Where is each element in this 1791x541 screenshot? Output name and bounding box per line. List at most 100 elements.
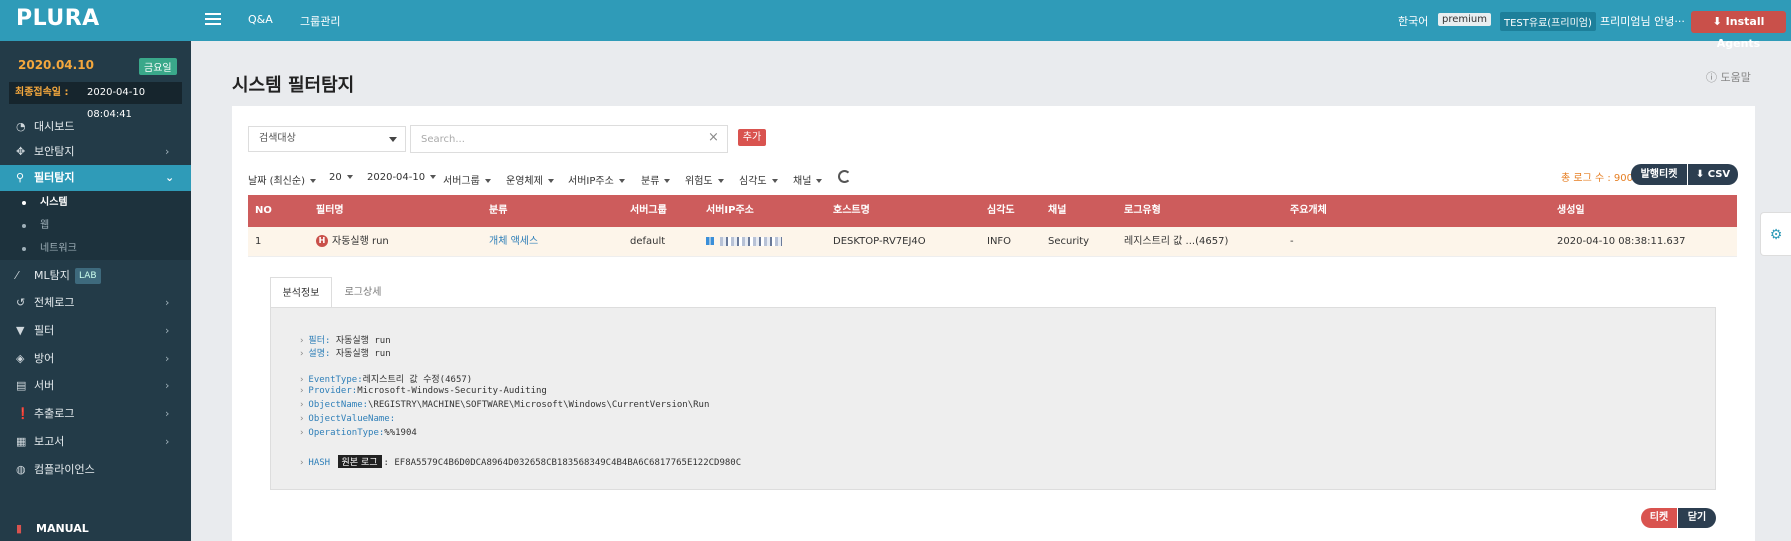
column-header[interactable]: 주요개체	[1290, 195, 1327, 227]
sidebar-item-label: ML탐지	[34, 269, 70, 282]
filter-severity[interactable]: 심각도	[739, 172, 778, 187]
sidebar-item-server[interactable]: ▤ 서버 ›	[0, 373, 191, 399]
caret-down-icon	[771, 179, 778, 183]
hamburger-menu-icon[interactable]	[205, 13, 221, 27]
cell-category-link[interactable]: 개체 액세스	[489, 227, 538, 257]
filter-server-ip[interactable]: 서버IP주소	[568, 172, 625, 187]
caret-down-icon	[717, 179, 724, 183]
sidebar-item-ml-detection[interactable]: ⁄ ML탐지 LAB	[0, 263, 191, 289]
manual-link[interactable]: ▮ MANUAL	[0, 517, 191, 541]
submenu-network[interactable]: 네트워크	[0, 237, 191, 260]
weekday-badge: 금요일	[139, 58, 177, 75]
filter-server-group[interactable]: 서버그룹	[443, 172, 491, 187]
sidebar-item-all-logs[interactable]: ↺ 전체로그 ›	[0, 290, 191, 316]
history-icon: ↺	[16, 296, 26, 309]
detail-value: Microsoft-Windows-Security-Auditing	[357, 386, 547, 396]
language-selector[interactable]: 한국어	[1398, 13, 1428, 29]
filter-date[interactable]: 2020-04-10	[367, 172, 437, 183]
refresh-icon[interactable]	[838, 170, 851, 183]
column-header[interactable]: 서버그룹	[630, 195, 667, 227]
plan-badge: premium	[1438, 13, 1491, 26]
column-header[interactable]: 채널	[1048, 195, 1066, 227]
chevron-right-icon: ›	[299, 375, 305, 385]
issued-tickets-button[interactable]: 발행티켓	[1631, 164, 1687, 185]
close-button[interactable]: 닫기	[1678, 508, 1716, 528]
column-header[interactable]: 분류	[489, 195, 507, 227]
submenu-label: 네트워크	[40, 243, 77, 254]
sidebar-item-security-detection[interactable]: ✥ 보안탐지 ›	[0, 139, 191, 165]
cell-main-object: -	[1290, 236, 1294, 247]
detail-field-line: › EventType:레지스트리 값 수정(4657)	[299, 372, 472, 385]
table-row[interactable]: 1 H 자동실행 run 개체 액세스 default DESKTOP-RV7EJ…	[248, 227, 1737, 257]
sidebar-item-compliance[interactable]: ◍ 컴플라이언스	[0, 457, 191, 483]
book-icon: ▮	[16, 522, 23, 535]
analysis-detail-box: › 필터: 자동실행 run › 설명: 자동실행 run › EventType:레…	[270, 307, 1716, 490]
question-circle-icon: ⓘ	[1706, 71, 1721, 84]
column-header[interactable]: 심각도	[987, 195, 1015, 227]
cell-severity: INFO	[987, 236, 1012, 247]
detail-value: 자동실행 run	[335, 349, 391, 359]
chevron-right-icon: ›	[299, 414, 305, 424]
search-icon: ⚲	[16, 171, 25, 184]
hash-value: EF8A5579C4B6D0DCA8964D032658CB183568349C…	[394, 458, 742, 468]
tab-log-detail[interactable]: 로그상세	[338, 277, 388, 308]
chevron-right-icon: ›	[299, 336, 305, 346]
sidebar-item-label: 컴플라이언스	[34, 463, 95, 476]
download-icon: ⬇	[1712, 15, 1726, 28]
filter-os[interactable]: 운영체제	[506, 172, 554, 187]
tab-analysis-info[interactable]: 분석정보	[270, 277, 332, 308]
help-link[interactable]: ⓘ 도움말	[1706, 69, 1751, 85]
user-greeting[interactable]: 프리미엄님 안녕···	[1600, 13, 1685, 29]
sidebar-item-filter-detection[interactable]: ⚲ 필터탐지 ⌄	[0, 165, 191, 191]
sidebar-item-dashboard[interactable]: ◔ 대시보드	[0, 114, 191, 140]
detail-key: EventType:	[308, 375, 363, 385]
filter-channel[interactable]: 채널	[793, 172, 823, 187]
install-agents-button[interactable]: ⬇ Install Agents	[1691, 11, 1786, 50]
submenu-label: 웹	[40, 220, 50, 231]
account-badge[interactable]: TEST유료(프리미엄)	[1500, 12, 1596, 31]
detail-key: OperationType:	[308, 428, 385, 438]
search-target-select[interactable]: 검색대상	[248, 126, 406, 152]
csv-export-button[interactable]: ⬇ CSV	[1688, 164, 1738, 185]
bullet-icon	[22, 201, 26, 205]
filter-label: 채널	[793, 176, 812, 187]
nav-group-management[interactable]: 그룹관리	[300, 13, 340, 29]
chevron-right-icon: ›	[165, 435, 170, 448]
search-input[interactable]	[410, 125, 728, 153]
filter-category[interactable]: 분류	[641, 172, 671, 187]
nav-qa[interactable]: Q&A	[248, 13, 273, 26]
detail-field-line: › OperationType:%%1904	[299, 428, 417, 438]
redacted-ip	[720, 236, 782, 246]
ticket-button[interactable]: 티켓	[1641, 508, 1677, 528]
column-header[interactable]: 로그유형	[1124, 195, 1161, 227]
detail-field-line: › Provider:Microsoft-Windows-Security-Aud…	[299, 386, 547, 396]
plura-logo[interactable]: PLURA	[16, 6, 99, 32]
chevron-right-icon: ›	[165, 407, 170, 420]
detail-desc-line: › 설명: 자동실행 run	[299, 346, 391, 359]
sidebar-item-filter[interactable]: ▼ 필터 ›	[0, 318, 191, 344]
column-header[interactable]: 필터명	[316, 195, 344, 227]
column-header[interactable]: 생성일	[1557, 195, 1585, 227]
sidebar-item-reports[interactable]: ▦ 보고서 ›	[0, 429, 191, 455]
column-header[interactable]: 서버IP주소	[706, 195, 754, 227]
add-button[interactable]: 추가	[738, 129, 766, 146]
caret-down-icon	[618, 179, 625, 183]
submenu-web[interactable]: 웹	[0, 214, 191, 237]
detail-value: 레지스트리 값 수정(4657)	[362, 375, 473, 385]
column-header[interactable]: 호스트명	[833, 195, 870, 227]
sidebar-item-extracted-logs[interactable]: ❗ 추출로그 ›	[0, 401, 191, 427]
sidebar-item-defense[interactable]: ◈ 방어 ›	[0, 346, 191, 372]
submenu-system[interactable]: 시스템	[0, 191, 191, 214]
clear-search-icon[interactable]: ×	[708, 130, 719, 145]
gear-icon[interactable]: ⚙	[1760, 212, 1791, 256]
top-bar: PLURA Q&A 그룹관리 한국어 premium TEST유료(프리미엄) …	[0, 0, 1791, 50]
column-header[interactable]: NO	[255, 195, 272, 227]
cell-host: DESKTOP-RV7EJ4O	[833, 236, 926, 247]
cell-server-group: default	[630, 236, 666, 247]
filter-page-size[interactable]: 20	[329, 172, 353, 183]
filter-risk[interactable]: 위험도	[685, 172, 724, 187]
filter-date-sort[interactable]: 날짜 (최신순)	[248, 172, 316, 187]
caret-down-icon	[664, 179, 671, 183]
sidebar: 2020.04.10 금요일 최종접속일 : 2020-04-10 08:04:…	[0, 41, 191, 541]
original-log-button[interactable]: 원본 로그	[337, 455, 382, 468]
